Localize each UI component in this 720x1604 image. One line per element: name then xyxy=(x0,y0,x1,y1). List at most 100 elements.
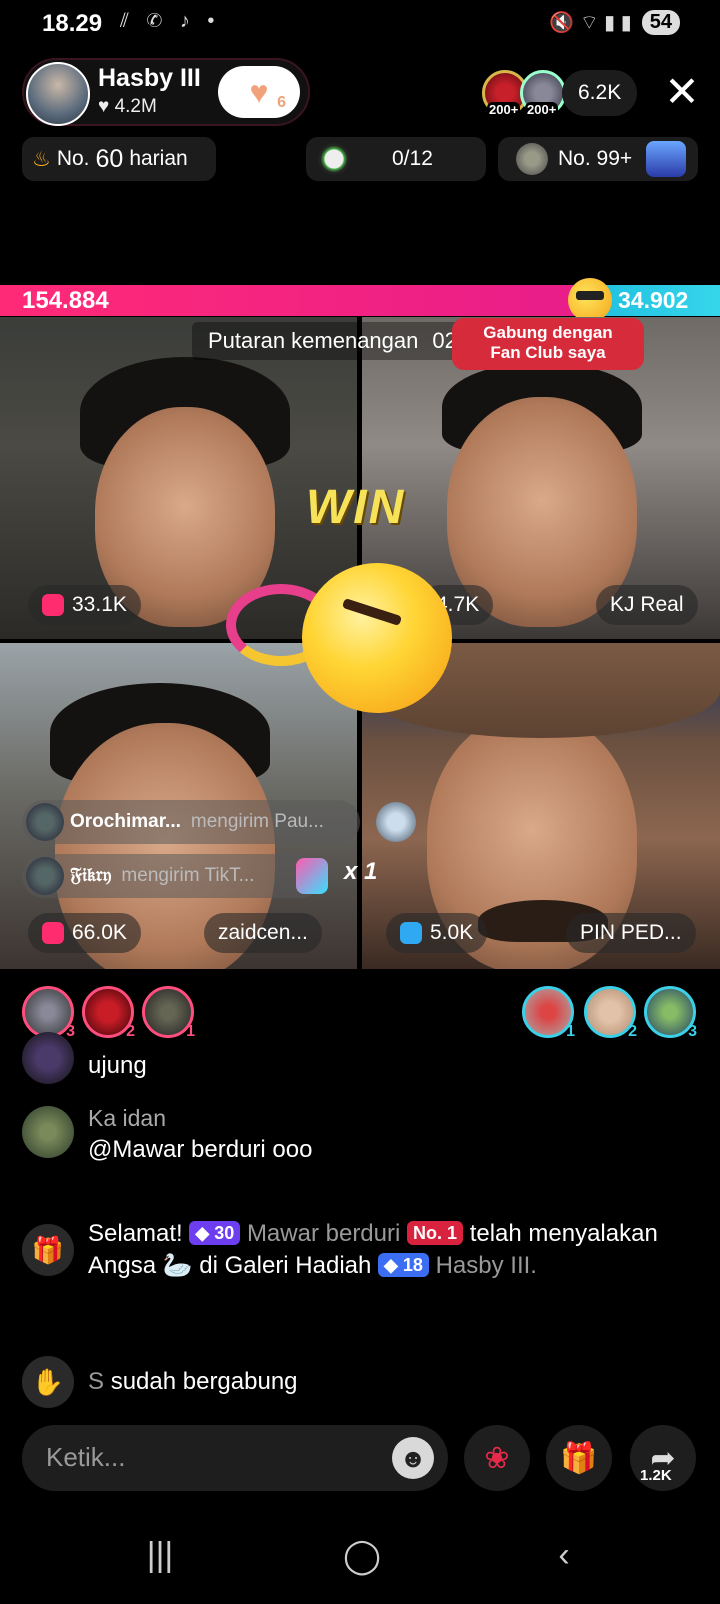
host-profile-pill[interactable]: Hasby III ♥ 4.2M ♥ 6 xyxy=(22,58,310,126)
supporter-avatar[interactable]: 2 xyxy=(82,986,135,1040)
fanclub-line-1: Gabung dengan xyxy=(483,323,613,342)
guest-score-badge[interactable]: 33.1K xyxy=(28,585,141,625)
supporter-avatar[interactable]: 3 xyxy=(22,986,75,1040)
supporter-rank: 3 xyxy=(66,1023,75,1040)
level-value: 30 xyxy=(214,1223,235,1243)
daily-ranking-chip[interactable]: ♨ No. 60 harian xyxy=(22,137,216,181)
rank-badge: No. 1 xyxy=(407,1221,464,1245)
follow-badge-count: 6 xyxy=(277,94,286,111)
guest-score: 33.1K xyxy=(72,593,127,616)
guest-score-badge[interactable]: 66.0K xyxy=(28,913,141,953)
league-rank-chip[interactable]: No. 99+ xyxy=(498,137,698,181)
rose-icon[interactable]: ❀ xyxy=(464,1425,530,1491)
rank-number: 60 xyxy=(95,144,124,173)
rank-prefix: No. xyxy=(56,147,90,170)
share-count: 1.2K xyxy=(640,1467,672,1484)
recent-apps-icon[interactable]: ||| xyxy=(130,1536,190,1575)
supporter-rank: 1 xyxy=(566,1023,575,1040)
viewer-count[interactable]: 6.2K xyxy=(562,70,638,116)
win-label: WIN xyxy=(306,481,406,534)
level-badge: ◆ 18 xyxy=(378,1253,429,1277)
gift-notification: Orochimar... mengirim Pau... xyxy=(22,800,360,844)
battery-icon: 54 xyxy=(641,10,680,35)
supporter-avatar[interactable]: 1 xyxy=(522,986,575,1040)
gift-box-icon xyxy=(42,922,64,944)
sender-avatar xyxy=(26,857,64,895)
rank-suffix: harian xyxy=(129,147,188,170)
guest-name-tag[interactable]: PIN PED... xyxy=(566,913,696,953)
round-label: Putaran kemenangan xyxy=(208,328,419,353)
gift-text: mengirim Pau... xyxy=(190,811,324,832)
top-viewer-avatar[interactable]: 200+ xyxy=(520,70,566,117)
system-icons: 🔇 ⌔ ▮ ▮ 54 xyxy=(549,10,680,35)
host-likes-count: 4.2M xyxy=(114,96,157,117)
sender-name: 𝔉𝔦𝔨𝔯𝔶 xyxy=(70,865,112,886)
supporter-rank: 2 xyxy=(628,1023,637,1040)
gift-multiplier: x 1 xyxy=(344,858,378,885)
cool-emoji-icon xyxy=(568,278,612,322)
fanclub-line-2: Fan Club saya xyxy=(490,343,606,362)
chat-username[interactable]: Mawar berduri xyxy=(247,1220,400,1247)
status-time: 18.29 xyxy=(42,10,103,37)
chat-username[interactable]: Ka idan xyxy=(88,1102,702,1134)
league-avatar xyxy=(516,143,548,175)
score-right: 34.902 xyxy=(618,287,689,313)
notification-icons: ⫽ ✆ ♪ • xyxy=(120,10,221,32)
gift-goal-chip[interactable]: 0/12 xyxy=(306,137,486,181)
host-mention[interactable]: Hasby III. xyxy=(436,1252,537,1279)
chat-text: sudah bergabung xyxy=(110,1368,298,1395)
emoji-icon[interactable]: ☻ xyxy=(392,1437,434,1479)
determined-emoji-effect xyxy=(302,563,452,713)
system-nav-bar: ||| ◯ ‹ xyxy=(0,1530,720,1590)
comment-placeholder: Ketik... xyxy=(46,1442,126,1472)
gift-goal-value: 0/12 xyxy=(392,147,433,170)
follow-button[interactable]: ♥ 6 xyxy=(218,66,300,118)
guest-name-tag[interactable]: zaidcen... xyxy=(204,913,322,953)
supporter-avatar[interactable]: 2 xyxy=(584,986,637,1040)
host-name: Hasby III xyxy=(98,64,201,92)
league-rank-value: No. 99+ xyxy=(558,147,633,170)
gift-notification: 𝔉𝔦𝔨𝔯𝔶 mengirim TikT... xyxy=(22,854,322,898)
heart-icon: ♥ xyxy=(249,73,269,110)
guest-score: 5.0K xyxy=(430,921,474,944)
join-fanclub-button[interactable]: Gabung dengan Fan Club saya xyxy=(452,318,644,370)
chat-username[interactable]: S xyxy=(88,1368,104,1395)
top-viewer-badge: 200+ xyxy=(525,102,559,117)
comment-input[interactable]: Ketik... ☻ xyxy=(22,1425,448,1491)
guest-score-badge[interactable]: 5.0K xyxy=(386,913,488,953)
gift-box-icon xyxy=(42,594,64,616)
gift-box-icon xyxy=(400,922,422,944)
back-icon[interactable]: ‹ xyxy=(534,1536,594,1575)
sender-avatar xyxy=(26,803,64,841)
chat-avatar[interactable] xyxy=(22,1032,74,1084)
top-viewers[interactable]: 200+ 200+ xyxy=(482,70,572,117)
gift-icon: 🎁 xyxy=(22,1224,74,1276)
score-left: 154.884 xyxy=(22,287,109,314)
gift-text: mengirim TikT... xyxy=(121,865,255,886)
gift-icon[interactable]: 🎁 xyxy=(546,1425,612,1491)
top-viewer-badge: 200+ xyxy=(487,102,521,117)
host-avatar[interactable] xyxy=(26,62,90,126)
status-bar: 18.29 ⫽ ✆ ♪ • 🔇 ⌔ ▮ ▮ 54 xyxy=(0,0,720,50)
crown-icon xyxy=(646,141,687,177)
level-value: 18 xyxy=(402,1255,423,1275)
chat-avatar[interactable] xyxy=(22,1106,74,1158)
chat-text: @Mawar berduri ooo xyxy=(88,1136,313,1163)
close-icon[interactable]: ✕ xyxy=(660,66,704,118)
system-prefix: Selamat! xyxy=(88,1220,183,1247)
guest-score: 66.0K xyxy=(72,921,127,944)
sender-name: Orochimar... xyxy=(70,811,181,832)
chat-text: ujung xyxy=(88,1052,147,1079)
host-likes: ♥ 4.2M xyxy=(98,96,157,117)
home-icon[interactable]: ◯ xyxy=(332,1536,392,1576)
flame-icon: ♨ xyxy=(32,147,51,171)
supporter-rank: 1 xyxy=(186,1023,195,1040)
signal-icons: 🔇 ⌔ ▮ ▮ xyxy=(549,12,632,34)
supporter-avatar[interactable]: 3 xyxy=(644,986,697,1040)
supporter-avatar[interactable]: 1 xyxy=(142,986,195,1040)
wave-icon: ✋ xyxy=(22,1356,74,1408)
supporter-rank: 2 xyxy=(126,1023,135,1040)
tiktok-gift-icon xyxy=(296,858,328,894)
guest-name-tag[interactable]: KJ Real xyxy=(596,585,698,625)
panda-icon xyxy=(318,143,350,175)
